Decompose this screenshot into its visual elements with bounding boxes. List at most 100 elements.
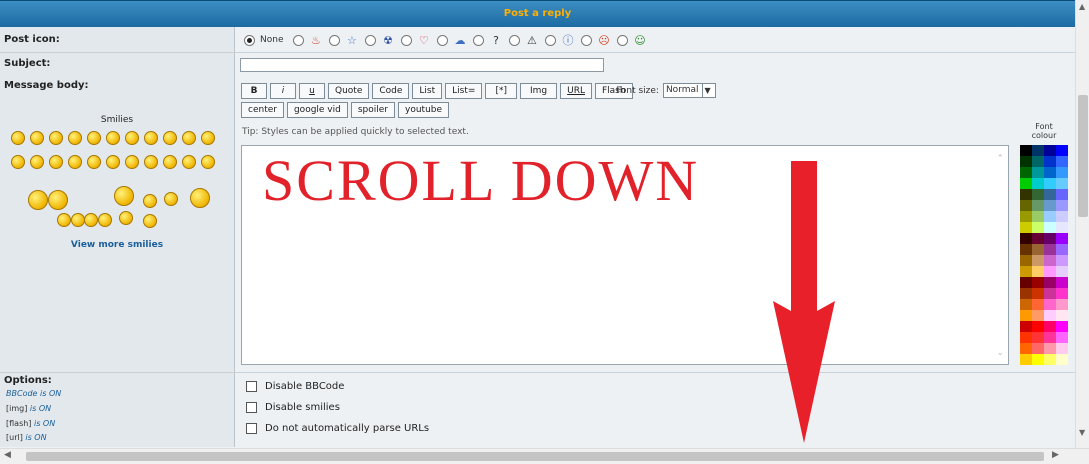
colour-palette[interactable]	[1020, 145, 1068, 365]
colour-swatch[interactable]	[1020, 277, 1032, 288]
colour-swatch[interactable]	[1056, 255, 1068, 266]
colour-swatch[interactable]	[1056, 244, 1068, 255]
post-icon-radio[interactable]	[365, 34, 377, 46]
colour-swatch[interactable]	[1032, 299, 1044, 310]
colour-swatch[interactable]	[1044, 167, 1056, 178]
smiley-icon[interactable]	[143, 214, 157, 228]
smiley-icon[interactable]	[144, 131, 158, 145]
code-button[interactable]: Code	[372, 83, 410, 99]
quote-button[interactable]: Quote	[328, 83, 370, 99]
colour-swatch[interactable]	[1020, 145, 1032, 156]
colour-swatch[interactable]	[1020, 233, 1032, 244]
colour-swatch[interactable]	[1020, 299, 1032, 310]
colour-swatch[interactable]	[1032, 189, 1044, 200]
colour-swatch[interactable]	[1056, 167, 1068, 178]
colour-swatch[interactable]	[1056, 145, 1068, 156]
smiley-icon[interactable]	[164, 192, 178, 206]
colour-swatch[interactable]	[1032, 145, 1044, 156]
smiley-icon[interactable]	[57, 213, 71, 227]
smiley-icon[interactable]	[28, 190, 48, 210]
colour-swatch[interactable]	[1032, 343, 1044, 354]
colour-swatch[interactable]	[1032, 211, 1044, 222]
img-button[interactable]: Img	[519, 83, 558, 99]
smiley-icon[interactable]	[68, 155, 82, 169]
post-icon-radio[interactable]	[329, 34, 341, 46]
colour-swatch[interactable]	[1032, 233, 1044, 244]
colour-swatch[interactable]	[1020, 167, 1032, 178]
colour-swatch[interactable]	[1032, 266, 1044, 277]
underline-button[interactable]: u	[299, 83, 325, 99]
colour-swatch[interactable]	[1056, 332, 1068, 343]
colour-swatch[interactable]	[1044, 189, 1056, 200]
colour-swatch[interactable]	[1056, 233, 1068, 244]
colour-swatch[interactable]	[1044, 343, 1056, 354]
colour-swatch[interactable]	[1056, 299, 1068, 310]
colour-swatch[interactable]	[1032, 277, 1044, 288]
colour-swatch[interactable]	[1020, 211, 1032, 222]
youtube-button[interactable]: youtube	[398, 102, 450, 118]
url-button[interactable]: URL	[560, 83, 592, 99]
smiley-icon[interactable]	[125, 131, 139, 145]
scroll-right-icon[interactable]: ▶	[1052, 450, 1059, 460]
smiley-icon[interactable]	[87, 131, 101, 145]
colour-swatch[interactable]	[1044, 266, 1056, 277]
scroll-down-icon[interactable]: ▼	[1079, 428, 1085, 437]
colour-swatch[interactable]	[1044, 156, 1056, 167]
colour-swatch[interactable]	[1056, 222, 1068, 233]
colour-swatch[interactable]	[1032, 310, 1044, 321]
colour-swatch[interactable]	[1020, 288, 1032, 299]
smiley-icon[interactable]	[190, 188, 210, 208]
post-icon-radio-none[interactable]	[244, 34, 255, 46]
smiley-icon[interactable]	[125, 155, 139, 169]
center-button[interactable]: center	[241, 102, 284, 118]
smiley-icon[interactable]	[71, 213, 85, 227]
spoiler-button[interactable]: spoiler	[350, 102, 396, 118]
colour-swatch[interactable]	[1044, 288, 1056, 299]
post-icon-radio[interactable]	[401, 34, 413, 46]
vertical-scroll-thumb[interactable]	[1078, 95, 1088, 217]
colour-swatch[interactable]	[1044, 178, 1056, 189]
smiley-icon[interactable]	[201, 155, 215, 169]
colour-swatch[interactable]	[1044, 310, 1056, 321]
disable-bbcode-option[interactable]: Disable BBCode	[246, 381, 344, 392]
colour-swatch[interactable]	[1056, 343, 1068, 354]
colour-swatch[interactable]	[1044, 332, 1056, 343]
scroll-up-icon[interactable]: ▲	[1079, 2, 1085, 11]
font-size-select[interactable]: Normal ▼	[662, 83, 716, 98]
smiley-icon[interactable]	[106, 131, 120, 145]
smiley-icon[interactable]	[30, 131, 44, 145]
smiley-icon[interactable]	[201, 131, 215, 145]
colour-swatch[interactable]	[1032, 244, 1044, 255]
no-parse-urls-option[interactable]: Do not automatically parse URLs	[246, 423, 429, 434]
colour-swatch[interactable]	[1020, 332, 1032, 343]
list-button[interactable]: List	[412, 83, 443, 99]
colour-swatch[interactable]	[1020, 343, 1032, 354]
post-icon-radio[interactable]	[581, 34, 593, 46]
colour-swatch[interactable]	[1032, 167, 1044, 178]
colour-swatch[interactable]	[1044, 244, 1056, 255]
colour-swatch[interactable]	[1056, 321, 1068, 332]
smiley-icon[interactable]	[49, 131, 63, 145]
colour-swatch[interactable]	[1020, 354, 1032, 365]
italic-button[interactable]: i	[270, 83, 296, 99]
colour-swatch[interactable]	[1032, 222, 1044, 233]
smiley-icon[interactable]	[68, 131, 82, 145]
smiley-icon[interactable]	[163, 131, 177, 145]
colour-swatch[interactable]	[1020, 189, 1032, 200]
smiley-icon[interactable]	[48, 190, 68, 210]
no-parse-urls-checkbox[interactable]	[246, 423, 257, 434]
scroll-left-icon[interactable]: ◀	[4, 450, 11, 460]
post-icon-radio[interactable]	[473, 34, 485, 46]
smiley-icon[interactable]	[163, 155, 177, 169]
colour-swatch[interactable]	[1020, 178, 1032, 189]
colour-swatch[interactable]	[1032, 156, 1044, 167]
colour-swatch[interactable]	[1056, 288, 1068, 299]
colour-swatch[interactable]	[1020, 321, 1032, 332]
colour-swatch[interactable]	[1020, 255, 1032, 266]
colour-swatch[interactable]	[1056, 277, 1068, 288]
smiley-icon[interactable]	[119, 211, 133, 225]
colour-swatch[interactable]	[1056, 211, 1068, 222]
colour-swatch[interactable]	[1056, 310, 1068, 321]
smiley-icon[interactable]	[30, 155, 44, 169]
horizontal-scrollbar[interactable]: ◀ ▶	[0, 448, 1089, 464]
